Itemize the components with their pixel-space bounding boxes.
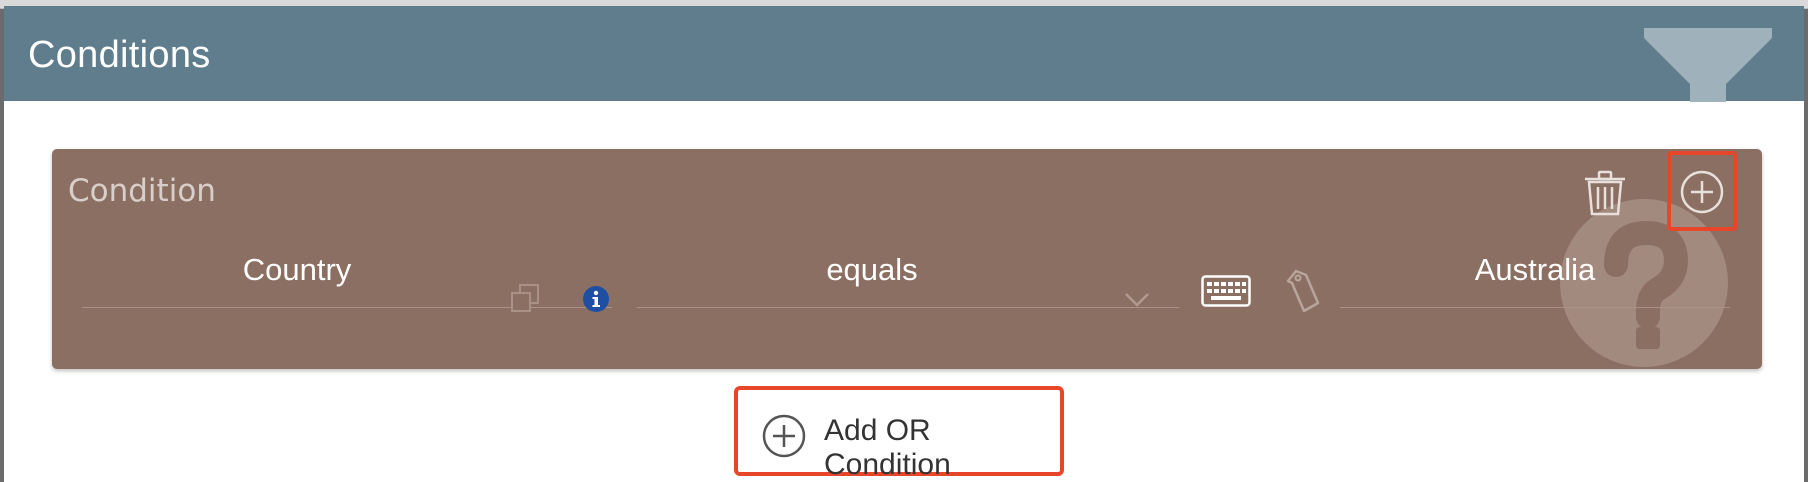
condition-card: Condition Country equals Australia — [52, 149, 1762, 369]
add-and-condition-button[interactable] — [1667, 151, 1737, 231]
value-input[interactable]: Australia — [1340, 234, 1730, 308]
field-value: Country — [242, 252, 352, 287]
add-or-condition-label: Add OR Condition — [824, 414, 951, 481]
chevron-down-icon[interactable] — [1122, 289, 1152, 309]
operator-value: equals — [826, 252, 918, 287]
trash-icon[interactable] — [1583, 170, 1627, 216]
add-or-condition-button[interactable]: Add OR Condition — [734, 386, 1064, 481]
copy-icon[interactable] — [510, 283, 540, 313]
keyboard-icon[interactable] — [1201, 275, 1251, 307]
funnel-icon — [1644, 28, 1772, 102]
dialog-header: Conditions — [4, 6, 1804, 102]
plus-circle-icon — [1680, 170, 1724, 214]
value-text: Australia — [1474, 252, 1596, 287]
info-icon[interactable] — [582, 285, 610, 313]
plus-circle-icon — [762, 414, 806, 458]
conditions-dialog: Conditions Condition Country equals Aust… — [4, 6, 1804, 482]
operator-select[interactable]: equals — [637, 234, 1179, 308]
tag-icon[interactable] — [1284, 267, 1322, 315]
condition-title: Condition — [68, 173, 216, 209]
dialog-title: Conditions — [28, 34, 211, 76]
